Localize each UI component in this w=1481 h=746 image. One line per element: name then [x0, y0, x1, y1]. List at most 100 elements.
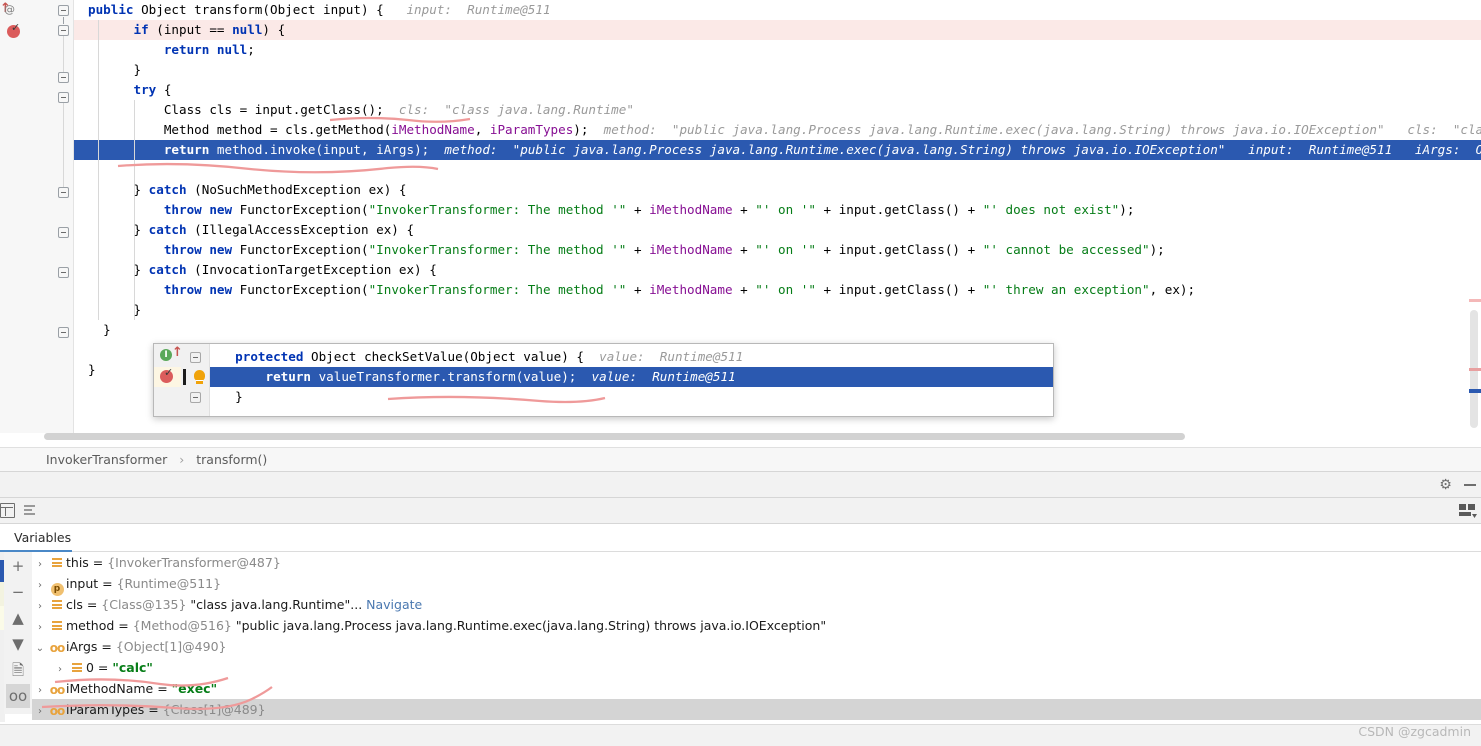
variables-tabstrip: Variables	[0, 524, 1481, 552]
popup-fold-gutter[interactable]	[181, 344, 210, 416]
fold-marker[interactable]	[58, 72, 69, 83]
editor-fold-gutter[interactable]	[28, 0, 74, 440]
code-line[interactable]: if (input == null) {	[74, 20, 1481, 40]
copy-icon[interactable]: 🗎	[6, 658, 30, 682]
navigate-link[interactable]: Navigate	[362, 597, 422, 612]
code-line[interactable]: } catch (IllegalAccessException ex) {	[74, 220, 1481, 240]
chevron-right-icon[interactable]: ›	[32, 680, 48, 701]
chevron-right-icon[interactable]: ›	[32, 617, 48, 638]
editor-horizontal-scrollbar[interactable]	[44, 433, 1185, 440]
chevron-down-icon[interactable]: ⌄	[32, 638, 48, 659]
inline-method-preview-popup[interactable]: I ↑ protected Object checkSetValue(Objec…	[153, 343, 1054, 417]
stripe-marker[interactable]	[1469, 368, 1481, 371]
code-line[interactable]: }	[74, 60, 1481, 80]
sort-icon[interactable]	[21, 505, 35, 516]
variable-value: "exec"	[171, 681, 218, 696]
variable-name: iParamTypes	[66, 702, 145, 717]
layout-settings-icon[interactable]	[1459, 503, 1477, 519]
code-line[interactable]: throw new FunctorException("InvokerTrans…	[74, 240, 1481, 260]
code-line[interactable]	[74, 160, 1481, 180]
breadcrumb-class[interactable]: InvokerTransformer	[46, 452, 167, 467]
variable-value: {Object[1]@490}	[115, 639, 227, 654]
chevron-right-icon[interactable]: ›	[52, 659, 68, 680]
watches-toggle-button[interactable]: oo	[6, 684, 30, 708]
variable-value-extra: "public java.lang.Process java.lang.Runt…	[231, 618, 827, 633]
code-line[interactable]: } catch (NoSuchMethodException ex) {	[74, 180, 1481, 200]
breadcrumb[interactable]: InvokerTransformer › transform()	[0, 447, 1481, 471]
chevron-right-icon[interactable]: ›	[32, 554, 48, 575]
move-up-button[interactable]: ▲	[6, 606, 30, 630]
breadcrumb-method[interactable]: transform()	[196, 452, 267, 467]
code-line[interactable]: return method.invoke(input, iArgs); meth…	[74, 140, 1481, 160]
gear-icon[interactable]: ⚙	[1438, 478, 1453, 493]
code-line[interactable]: Method method = cls.getMethod(iMethodNam…	[74, 120, 1481, 140]
fold-marker[interactable]	[58, 5, 69, 24]
code-line[interactable]: } catch (InvocationTargetException ex) {	[74, 260, 1481, 280]
stripe-marker-selection[interactable]	[1469, 389, 1481, 393]
stripe-marker[interactable]	[1469, 299, 1481, 302]
fold-marker[interactable]	[190, 392, 201, 403]
watermark-text: CSDN @zgcadmin	[1358, 724, 1471, 739]
fold-marker[interactable]	[58, 327, 69, 338]
code-line[interactable]: }	[74, 300, 1481, 320]
editor-icon-gutter[interactable]: ↑ @	[0, 0, 28, 440]
parameter-icon: p	[48, 574, 66, 596]
chevron-right-icon[interactable]: ›	[32, 701, 48, 722]
field-icon	[68, 658, 86, 679]
variable-name: iArgs	[66, 639, 98, 654]
fold-marker[interactable]	[58, 267, 69, 278]
idea-debugger-window: ↑ @ public Object transform(Object input…	[0, 0, 1481, 746]
variable-row[interactable]: › p input = {Runtime@511}	[32, 573, 1481, 596]
implementation-icon[interactable]: I	[160, 349, 172, 361]
chevron-right-icon[interactable]: ›	[32, 575, 48, 596]
variable-row[interactable]: › oo iParamTypes = {Class[1]@489}	[32, 699, 1481, 720]
tab-variables[interactable]: Variables	[0, 524, 73, 552]
add-watch-button[interactable]: +	[6, 554, 30, 578]
variables-tree[interactable]: › this = {InvokerTransformer@487} › p input …	[32, 552, 1481, 724]
code-line[interactable]: }	[210, 387, 1053, 407]
variable-row[interactable]: › cls = {Class@135} "class java.lang.Runt…	[32, 594, 1481, 615]
fold-marker[interactable]	[58, 25, 69, 44]
variable-row[interactable]: › this = {InvokerTransformer@487}	[32, 552, 1481, 573]
variable-equals: =	[114, 618, 133, 633]
breakpoint-verified-icon[interactable]	[7, 21, 20, 38]
variable-equals: =	[82, 597, 102, 612]
code-line[interactable]: throw new FunctorException("InvokerTrans…	[74, 280, 1481, 300]
variable-value: {Class[1]@489}	[162, 702, 266, 717]
lightbulb-intention-icon[interactable]	[194, 370, 205, 384]
popup-code-lines[interactable]: protected Object checkSetValue(Object va…	[210, 344, 1053, 416]
fold-marker[interactable]	[190, 352, 201, 363]
variable-row[interactable]: › 0 = "calc"	[32, 657, 1481, 678]
fold-marker[interactable]	[58, 227, 69, 238]
code-line[interactable]: try {	[74, 80, 1481, 100]
move-down-button[interactable]: ▼	[6, 632, 30, 656]
breakpoint-verified-icon[interactable]	[160, 366, 173, 383]
chevron-right-icon[interactable]: ›	[32, 596, 48, 617]
variable-equals: =	[93, 660, 113, 675]
code-line[interactable]: return null;	[74, 40, 1481, 60]
variables-toolbar[interactable]: + − ▲ ▼ 🗎 oo	[4, 552, 32, 714]
code-line[interactable]: return valueTransformer.transform(value)…	[210, 367, 1053, 387]
debugger-toolwindow-header: ⚙	[0, 471, 1481, 498]
variable-row[interactable]: ⌄ oo iArgs = {Object[1]@490}	[32, 636, 1481, 657]
variable-equals: =	[97, 639, 116, 654]
code-line[interactable]: }	[74, 320, 1481, 340]
minimize-icon[interactable]	[1464, 484, 1476, 486]
fold-marker[interactable]	[58, 92, 69, 111]
variable-equals: =	[88, 555, 108, 570]
variable-name: method	[66, 618, 115, 633]
table-view-icon[interactable]	[0, 503, 15, 518]
remove-watch-button[interactable]: −	[6, 580, 30, 604]
field-icon	[48, 553, 66, 574]
variable-row[interactable]: › oo iMethodName = "exec"	[32, 678, 1481, 699]
code-line[interactable]: throw new FunctorException("InvokerTrans…	[74, 200, 1481, 220]
code-line[interactable]: protected Object checkSetValue(Object va…	[210, 347, 1053, 367]
code-line[interactable]: public Object transform(Object input) { …	[74, 0, 1481, 20]
variable-name: input	[66, 576, 99, 591]
variable-name: this	[66, 555, 89, 570]
annotation-at-icon[interactable]: @	[4, 3, 15, 16]
variable-row[interactable]: › method = {Method@516} "public java.lang…	[32, 615, 1481, 636]
code-line[interactable]: Class cls = input.getClass(); cls: "clas…	[74, 100, 1481, 120]
fold-marker[interactable]	[58, 187, 69, 198]
popup-icon-gutter[interactable]: I ↑	[154, 344, 183, 416]
